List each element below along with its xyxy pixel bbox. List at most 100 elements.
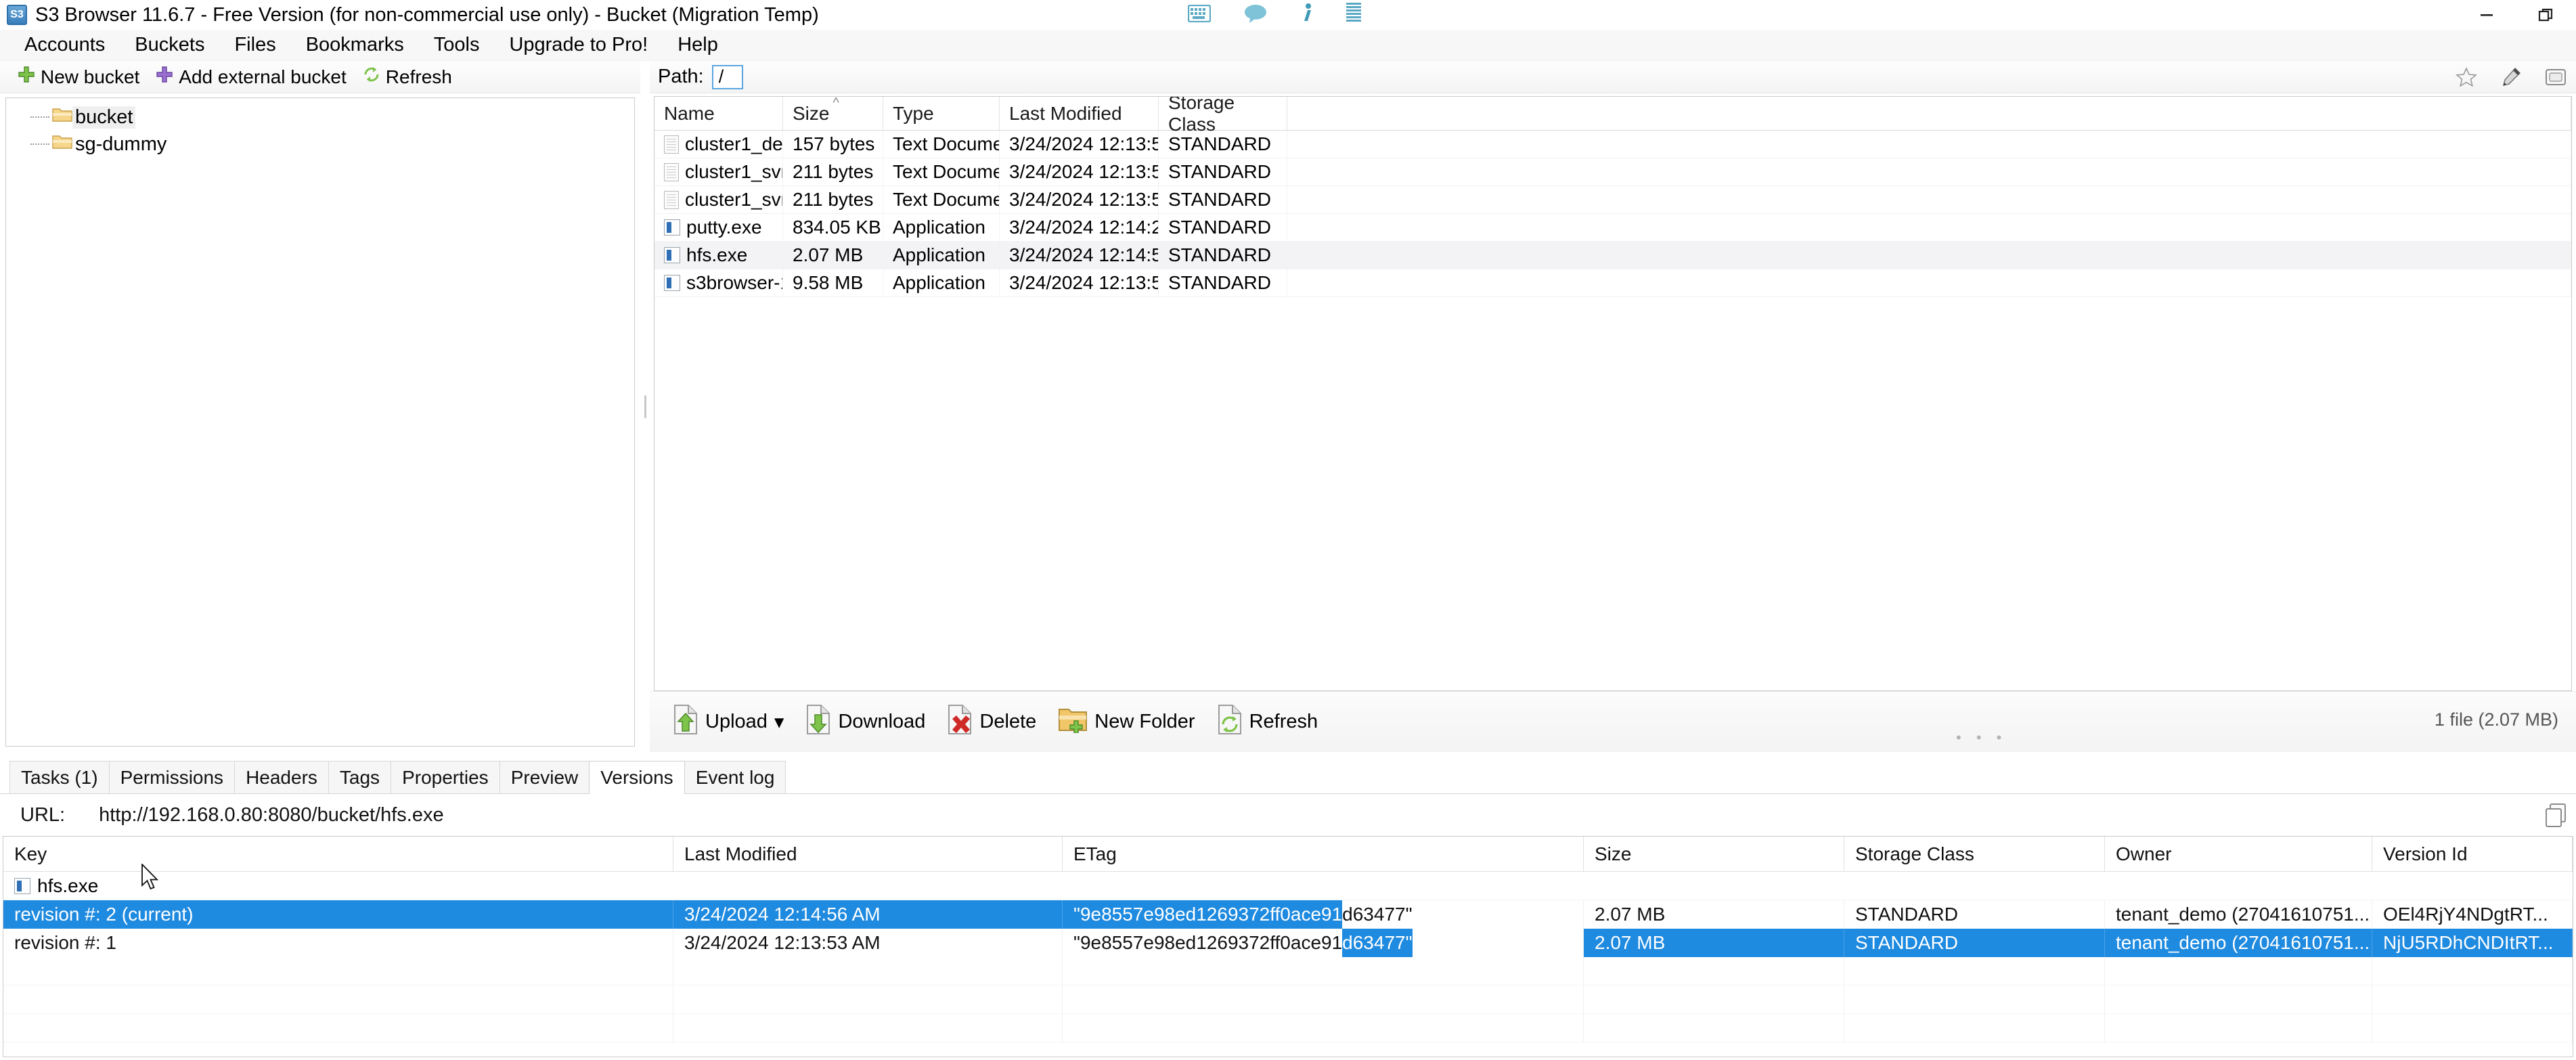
refresh-files-button[interactable]: Refresh <box>1206 700 1329 745</box>
window-controls <box>2457 0 2576 30</box>
column-header-key[interactable]: Key <box>3 837 673 871</box>
file-name-label: s3browser-11... <box>686 272 782 293</box>
add-external-bucket-button[interactable]: Add external bucket <box>148 64 355 89</box>
details-pane: Tasks (1) Permissions Headers Tags Prope… <box>0 752 2576 1060</box>
new-folder-icon <box>1058 706 1088 738</box>
column-header-storage-class[interactable]: Storage Class <box>1844 837 2105 871</box>
cell-type: Text Document <box>883 131 1000 158</box>
versions-grid: Key Last Modified ETag Size Storage Clas… <box>3 836 2573 1057</box>
table-row[interactable]: hfs.exe 2.07 MB Application 3/24/2024 12… <box>654 242 2571 269</box>
cell-etag: "9e8557e98ed1269372ff0ace91 d63477" <box>1063 929 1584 957</box>
table-row[interactable]: s3browser-11... 9.58 MB Application 3/24… <box>654 269 2571 297</box>
new-folder-button[interactable]: New Folder <box>1047 702 1205 743</box>
keyboard-icon[interactable] <box>1187 4 1212 28</box>
list-icon[interactable] <box>1346 3 1361 30</box>
table-row[interactable]: cluster1_dem... 157 bytes Text Document … <box>654 131 2571 158</box>
tab-permissions[interactable]: Permissions <box>108 761 236 793</box>
window-preview-icon[interactable] <box>2545 66 2567 88</box>
file-name-label: cluster1_svm... <box>685 189 782 210</box>
new-bucket-label: New bucket <box>41 66 140 87</box>
tree-connector <box>30 116 49 118</box>
application-icon <box>664 219 680 236</box>
menu-item-tools[interactable]: Tools <box>419 31 495 59</box>
application-icon <box>664 275 680 291</box>
tree-item-label: bucket <box>72 106 136 129</box>
table-row[interactable]: revision #: 2 (current) 3/24/2024 12:14:… <box>3 900 2573 929</box>
tree-item-sg-dummy[interactable]: sg-dummy <box>6 131 634 158</box>
menu-item-buckets[interactable]: Buckets <box>120 31 219 59</box>
column-header-last-modified[interactable]: Last Modified <box>1000 97 1159 130</box>
chevron-down-icon[interactable]: ▾ <box>774 710 784 734</box>
column-header-name[interactable]: Name <box>654 97 783 130</box>
bucket-tree: bucket sg-dummy <box>5 97 635 747</box>
cell-filler <box>1287 131 2571 158</box>
empty-cell <box>1063 1014 1584 1042</box>
menu-item-accounts[interactable]: Accounts <box>9 31 120 59</box>
file-actions-toolbar: Upload ▾ Download Delete New Folder Refr… <box>650 691 2576 752</box>
menu-item-bookmarks[interactable]: Bookmarks <box>291 31 419 59</box>
path-input[interactable]: / <box>711 64 743 89</box>
cell-type: Text Document <box>883 186 1000 213</box>
tab-preview[interactable]: Preview <box>499 761 590 793</box>
pencil-icon[interactable] <box>2500 66 2522 88</box>
column-header-size[interactable]: Size ^ <box>783 97 883 130</box>
upload-icon <box>673 704 698 741</box>
table-row[interactable]: cluster1_svm... 211 bytes Text Document … <box>654 186 2571 214</box>
tab-versions[interactable]: Versions <box>589 761 685 794</box>
column-header-last-modified[interactable]: Last Modified <box>673 837 1063 871</box>
upload-label: Upload <box>705 711 768 732</box>
vertical-splitter[interactable] <box>640 61 650 752</box>
cell-key: revision #: 1 <box>3 929 673 957</box>
column-header-etag[interactable]: ETag <box>1063 837 1584 871</box>
tab-event-log[interactable]: Event log <box>684 761 786 793</box>
toolbar-overflow-dots[interactable]: • • • <box>1956 729 2007 747</box>
table-row[interactable]: putty.exe 834.05 KB Application 3/24/202… <box>654 214 2571 242</box>
url-value[interactable]: http://192.168.0.80:8080/bucket/hfs.exe <box>99 804 444 826</box>
column-header-version-id[interactable]: Version Id <box>2372 837 2573 871</box>
delete-label: Delete <box>979 711 1037 732</box>
empty-cell <box>1584 1014 1844 1042</box>
horizontal-splitter[interactable] <box>0 752 2576 759</box>
title-bar: S3 S3 Browser 11.6.7 - Free Version (for… <box>0 0 2576 30</box>
menu-item-help[interactable]: Help <box>663 31 733 59</box>
table-row[interactable]: cluster1_svm... 211 bytes Text Document … <box>654 158 2571 186</box>
cell-size: 834.05 KB <box>783 214 883 241</box>
cell-last-modified: 3/24/2024 12:13:53 AM <box>1000 158 1159 185</box>
file-name-label: putty.exe <box>686 217 762 238</box>
tree-item-bucket[interactable]: bucket <box>6 104 634 131</box>
delete-button[interactable]: Delete <box>936 700 1047 745</box>
window-title: S3 Browser 11.6.7 - Free Version (for no… <box>35 3 819 26</box>
column-header-owner[interactable]: Owner <box>2105 837 2372 871</box>
cell-size: 211 bytes <box>783 186 883 213</box>
minimize-button[interactable] <box>2457 0 2516 30</box>
column-header-type[interactable]: Type <box>883 97 1000 130</box>
column-header-size[interactable]: Size <box>1584 837 1844 871</box>
tab-tags[interactable]: Tags <box>328 761 392 793</box>
star-icon[interactable] <box>2456 66 2477 88</box>
info-icon[interactable] <box>1300 3 1314 30</box>
new-bucket-button[interactable]: New bucket <box>9 64 148 89</box>
empty-cell <box>1063 986 1584 1013</box>
application-icon <box>664 247 680 263</box>
menu-item-upgrade-to-pro[interactable]: Upgrade to Pro! <box>494 31 663 59</box>
copy-icon[interactable] <box>2544 802 2569 828</box>
tab-properties[interactable]: Properties <box>391 761 500 793</box>
tab-tasks[interactable]: Tasks (1) <box>9 761 110 793</box>
speech-bubble-icon[interactable] <box>1243 3 1268 29</box>
menu-item-files[interactable]: Files <box>219 31 290 59</box>
table-row[interactable]: revision #: 1 3/24/2024 12:13:53 AM "9e8… <box>3 929 2573 957</box>
overlay-icon-group <box>1187 3 1361 30</box>
restore-button[interactable] <box>2516 0 2576 30</box>
cell-version-id: NjU5RDhCNDItRT... <box>2372 929 2573 957</box>
versions-file-node[interactable]: hfs.exe <box>3 872 2573 900</box>
download-button[interactable]: Download <box>795 700 936 745</box>
cell-etag-part1: "9e8557e98ed1269372ff0ace91 <box>1063 900 1343 929</box>
cell-etag-part2: d63477" <box>1342 929 1413 957</box>
upload-button[interactable]: Upload ▾ <box>662 700 795 745</box>
empty-cell <box>1063 957 1584 985</box>
column-header-storage-class[interactable]: Storage Class <box>1159 97 1287 135</box>
refresh-buckets-button[interactable]: Refresh <box>355 64 460 89</box>
file-grid-body: cluster1_dem... 157 bytes Text Document … <box>654 131 2571 690</box>
tab-headers[interactable]: Headers <box>234 761 329 793</box>
cell-last-modified: 3/24/2024 12:13:53 AM <box>673 929 1063 957</box>
